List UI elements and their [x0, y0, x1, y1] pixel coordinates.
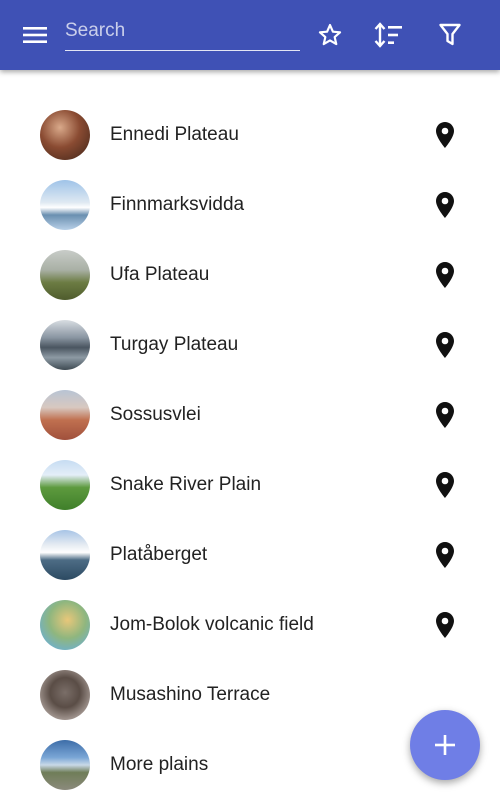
list-item[interactable]: Platåberget	[0, 520, 500, 590]
location-pin-icon	[436, 192, 454, 218]
menu-button[interactable]	[18, 20, 52, 50]
list-item[interactable]: Snake River Plain	[0, 450, 500, 520]
filter-icon	[439, 23, 461, 46]
location-pin-icon	[436, 472, 454, 498]
list-item[interactable]: Finnmarksvidda	[0, 170, 500, 240]
location-pin-icon	[436, 122, 454, 148]
plus-icon	[435, 735, 455, 755]
filter-button[interactable]	[432, 17, 468, 53]
list-item-label: Ennedi Plateau	[110, 124, 239, 145]
location-button[interactable]	[430, 330, 460, 360]
location-pin-icon	[436, 542, 454, 568]
plains-list: Ennedi Plateau Finnmarksvidda Ufa Platea…	[0, 100, 500, 800]
avatar	[40, 180, 90, 230]
sort-button[interactable]	[371, 17, 407, 53]
list-item-label: Jom-Bolok volcanic field	[110, 614, 314, 635]
avatar	[40, 460, 90, 510]
list-item-label: Ufa Plateau	[110, 264, 210, 285]
list-item[interactable]: Ufa Plateau	[0, 240, 500, 310]
search-input[interactable]	[65, 14, 300, 48]
list-item-label: Musashino Terrace	[110, 684, 271, 705]
location-button[interactable]	[430, 190, 460, 220]
app-bar	[0, 0, 500, 70]
location-button[interactable]	[430, 540, 460, 570]
location-pin-icon	[436, 612, 454, 638]
list-item[interactable]: Jom-Bolok volcanic field	[0, 590, 500, 660]
search-field	[65, 14, 300, 51]
avatar	[40, 670, 90, 720]
list-item-label: Sossusvlei	[110, 404, 201, 425]
location-button[interactable]	[430, 400, 460, 430]
avatar	[40, 110, 90, 160]
location-button[interactable]	[430, 120, 460, 150]
list-item[interactable]: Sossusvlei	[0, 380, 500, 450]
add-button[interactable]	[410, 710, 480, 780]
location-button[interactable]	[430, 610, 460, 640]
location-button[interactable]	[430, 260, 460, 290]
favorites-button[interactable]	[312, 17, 348, 53]
avatar	[40, 320, 90, 370]
location-pin-icon	[436, 402, 454, 428]
sort-icon	[374, 22, 402, 48]
list-item-label: Platåberget	[110, 544, 208, 565]
list-item[interactable]: Turgay Plateau	[0, 310, 500, 380]
location-button[interactable]	[430, 470, 460, 500]
list-item-label: Turgay Plateau	[110, 334, 239, 355]
avatar	[40, 530, 90, 580]
avatar	[40, 390, 90, 440]
location-pin-icon	[436, 332, 454, 358]
list-item-label: More plains	[110, 754, 209, 775]
location-pin-icon	[436, 262, 454, 288]
avatar	[40, 740, 90, 790]
list-item[interactable]: Ennedi Plateau	[0, 100, 500, 170]
avatar	[40, 250, 90, 300]
list-item-label: Finnmarksvidda	[110, 194, 245, 215]
app-screen: Ennedi Plateau Finnmarksvidda Ufa Platea…	[0, 0, 500, 800]
menu-icon	[23, 27, 47, 43]
list-item-label: Snake River Plain	[110, 474, 262, 495]
star-outline-icon	[318, 23, 342, 46]
avatar	[40, 600, 90, 650]
